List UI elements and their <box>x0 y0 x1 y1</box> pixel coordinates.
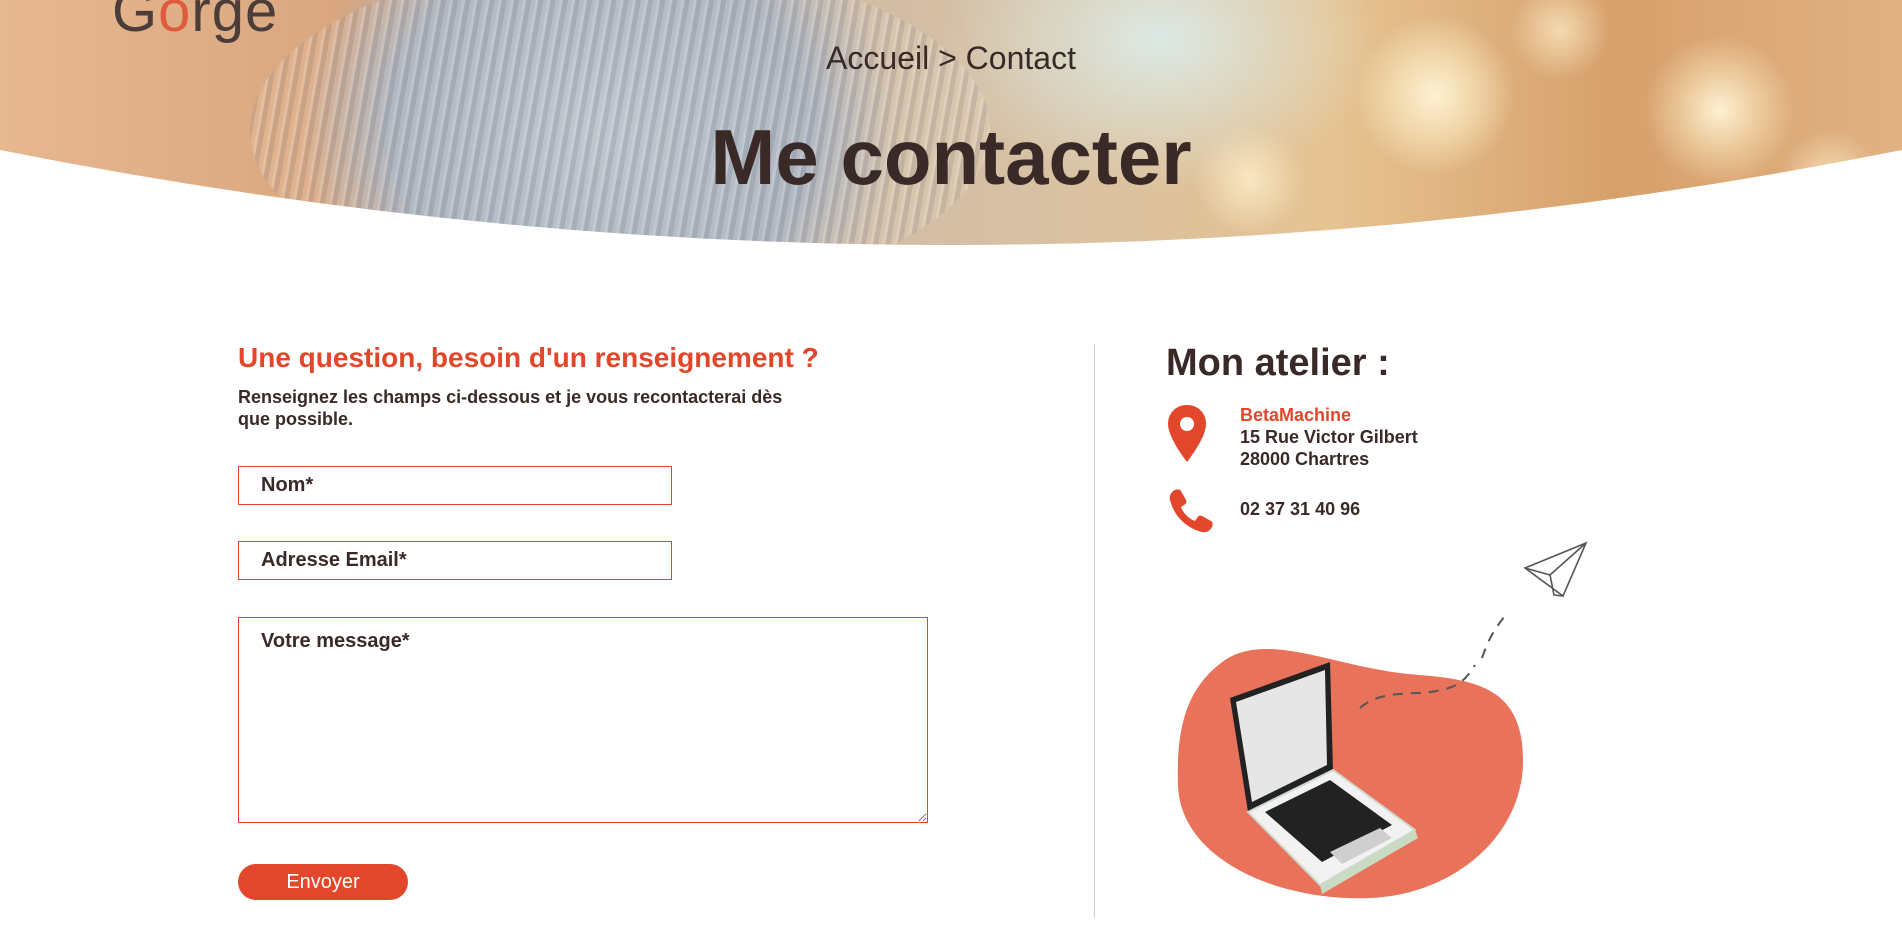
form-heading: Une question, besoin d'un renseignement … <box>238 342 819 373</box>
breadcrumb-current: Contact <box>965 40 1076 76</box>
paper-plane-icon <box>1523 541 1588 598</box>
breadcrumb-separator: > <box>938 40 957 76</box>
atelier-address: BetaMachine 15 Rue Victor Gilbert 28000 … <box>1240 404 1418 470</box>
breadcrumb-home-link[interactable]: Accueil <box>826 40 929 76</box>
atelier-company-name: BetaMachine <box>1240 405 1352 425</box>
send-button[interactable]: Envoyer <box>238 864 408 900</box>
atelier-city: 28000 Chartres <box>1240 449 1370 469</box>
site-logo[interactable]: Gorge <box>112 0 278 45</box>
laptop-paper-plane-illustration <box>1177 541 1588 899</box>
atelier-phone[interactable]: 02 37 31 40 96 <box>1240 499 1360 520</box>
phone-icon <box>1169 489 1213 533</box>
email-input[interactable] <box>238 541 672 580</box>
contact-form-intro: Une question, besoin d'un renseignement … <box>238 342 958 430</box>
map-pin-icon <box>1168 405 1206 462</box>
breadcrumb: Accueil > Contact <box>0 40 1902 77</box>
page-title: Me contacter <box>710 113 1192 201</box>
atelier-street: 15 Rue Victor Gilbert <box>1240 427 1418 447</box>
atelier-title: Mon atelier : <box>1166 342 1390 384</box>
hero-banner: Gorge Accueil > Contact Me contacter <box>0 0 1902 250</box>
column-divider <box>1094 344 1095 918</box>
name-input[interactable] <box>238 466 672 505</box>
form-intro-text: Renseignez les champs ci-dessous et je v… <box>238 387 783 429</box>
message-textarea[interactable] <box>238 617 928 823</box>
